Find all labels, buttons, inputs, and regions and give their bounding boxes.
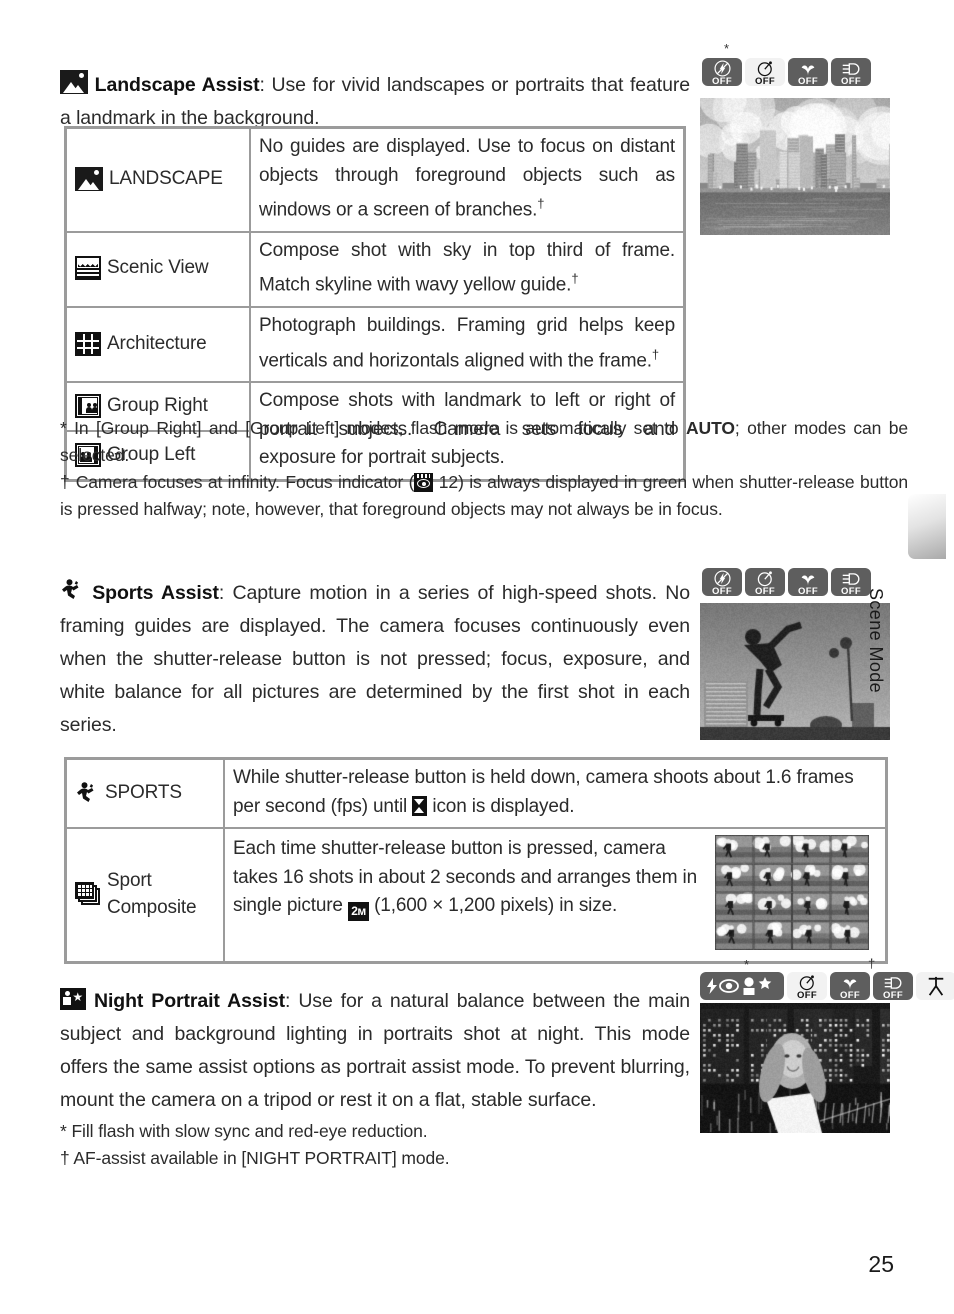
focus-page-ref: 12 <box>439 472 458 492</box>
flash-off-badge: OFF <box>702 568 742 596</box>
self-timer-off-badge: OFF <box>787 972 827 1000</box>
footnote-asterisk: * In [Group Right] and [Group Left] mode… <box>60 415 908 469</box>
badge-sub-label: OFF <box>755 78 775 86</box>
asterisk-mark: * <box>744 957 749 972</box>
row-label: Scenic View <box>107 255 209 281</box>
fill-flash-redeye-badge <box>700 972 784 1000</box>
self-timer-off-badge: OFF <box>745 568 785 596</box>
2m-image-size-icon: 2м <box>348 902 369 921</box>
row-label-cell: Sport Composite <box>66 828 225 963</box>
row-label: Sport Composite <box>107 867 196 921</box>
row-description-text-b: icon is displayed. <box>427 796 574 817</box>
footnote-asterisk: * Fill flash with slow sync and red-eye … <box>60 1118 690 1145</box>
sports-example-photo <box>700 603 890 740</box>
night-intro-paragraph: ★ Night Portrait Assist: Use for a natur… <box>60 985 690 1117</box>
badge-sub-label: OFF <box>841 588 861 596</box>
sports-icon <box>60 578 84 602</box>
row-label: LANDSCAPE <box>109 166 223 192</box>
badge-sub-label: OFF <box>798 78 818 86</box>
side-tab-label: Scene Mode <box>865 588 886 748</box>
dagger-mark: † <box>571 271 578 286</box>
row-description-text: Photograph buildings. Framing grid helps… <box>259 315 675 371</box>
landscape-example-photo <box>700 98 890 235</box>
row-label-line2: Composite <box>107 897 196 918</box>
row-description: Each time shutter-release button is pres… <box>224 828 887 963</box>
sports-assist-section: Sports Assist: Capture motion in a serie… <box>60 557 690 761</box>
af-assist-off-badge: OFF <box>831 58 871 86</box>
row-label-line1: Sport <box>107 870 152 891</box>
row-description-text: No guides are displayed. Use to focus on… <box>259 136 675 220</box>
sport-composite-thumbnail <box>715 835 869 950</box>
row-description-text: Compose shot with sky in top third of fr… <box>259 240 675 296</box>
night-footnotes: * Fill flash with slow sync and red-eye … <box>60 1118 690 1172</box>
footnote-dagger: † AF-assist available in [NIGHT PORTRAIT… <box>60 1145 690 1172</box>
table-row: Scenic View Compose shot with sky in top… <box>66 232 685 307</box>
row-description: Photograph buildings. Framing grid helps… <box>250 307 685 382</box>
dagger-mark: † <box>537 196 544 211</box>
asterisk-mark: * <box>724 41 729 56</box>
night-heading: Night Portrait Assist <box>94 990 285 1012</box>
landscape-footnotes: * In [Group Right] and [Group Left] mode… <box>60 415 908 523</box>
landscape-icon <box>75 167 103 191</box>
row-label-cell: Architecture <box>66 307 251 382</box>
badge-sub-label: OFF <box>797 992 817 1000</box>
page-number: 25 <box>868 1251 894 1278</box>
landscape-mode-badges: * OFF OFF OFF OFF <box>702 58 871 86</box>
tripod-badge <box>916 972 954 1000</box>
sports-modes-table: SPORTS While shutter-release button is h… <box>64 757 888 964</box>
badge-sub-label: OFF <box>755 588 775 596</box>
row-label: SPORTS <box>105 780 182 806</box>
sports-icon <box>75 781 99 805</box>
architecture-icon <box>75 332 101 356</box>
macro-off-badge: OFF <box>788 568 828 596</box>
auto-keyword: AUTO <box>686 418 735 438</box>
sports-intro-paragraph: Sports Assist: Capture motion in a serie… <box>60 577 690 742</box>
badge-sub-label: OFF <box>712 78 732 86</box>
macro-off-badge: OFF <box>788 58 828 86</box>
tripod-icon <box>926 973 946 999</box>
dagger-mark: † <box>868 956 875 971</box>
hourglass-icon <box>412 796 427 816</box>
sports-heading: Sports Assist <box>92 582 219 604</box>
badge-sub-label: OFF <box>712 588 732 596</box>
sports-mode-badges: OFF OFF OFF OFF <box>702 568 871 596</box>
dagger-mark: † <box>652 347 659 362</box>
badge-sub-label: OFF <box>840 992 860 1000</box>
scenic-view-icon <box>75 256 101 280</box>
night-example-photo <box>700 1003 890 1133</box>
landscape-heading: Landscape Assist <box>95 74 260 96</box>
landscape-icon <box>60 70 88 94</box>
sports-intro-text: : Capture motion in a series of high-spe… <box>60 582 690 736</box>
row-description: No guides are displayed. Use to focus on… <box>250 128 685 232</box>
badge-sub-label: OFF <box>883 992 903 1000</box>
table-row: Architecture Photograph buildings. Frami… <box>66 307 685 382</box>
sport-composite-icon <box>75 882 101 906</box>
badge-sub-label: OFF <box>841 78 861 86</box>
macro-off-badge: OFF <box>830 972 870 1000</box>
row-label-cell: LANDSCAPE <box>66 128 251 232</box>
night-portrait-assist-section: ★ Night Portrait Assist: Use for a natur… <box>60 965 690 1136</box>
row-label-cell: SPORTS <box>66 759 225 829</box>
landscape-intro-paragraph: Landscape Assist: Use for vivid landscap… <box>60 69 690 135</box>
table-row: LANDSCAPE No guides are displayed. Use t… <box>66 128 685 232</box>
row-label-cell: Scenic View <box>66 232 251 307</box>
self-timer-off-badge: OFF <box>745 58 785 86</box>
flash-off-badge: OFF <box>702 58 742 86</box>
night-portrait-icon: ★ <box>60 988 86 1010</box>
table-row: SPORTS While shutter-release button is h… <box>66 759 887 829</box>
table-row: Sport Composite Each time shutter-release… <box>66 828 887 963</box>
row-description: While shutter-release button is held dow… <box>224 759 887 829</box>
badge-sub-label: OFF <box>798 588 818 596</box>
row-description-text-b: (1,600 × 1,200 pixels) in size. <box>369 895 617 916</box>
side-tab <box>908 494 946 559</box>
row-label: Architecture <box>107 331 207 357</box>
manual-page: Landscape Assist: Use for vivid landscap… <box>0 0 954 1314</box>
row-description: Compose shot with sky in top third of fr… <box>250 232 685 307</box>
focus-indicator-icon <box>414 473 433 492</box>
fill-flash-redeye-portrait-icon <box>705 973 779 999</box>
af-assist-off-badge: OFF <box>873 972 913 1000</box>
night-mode-badges: * † OFF OFF OFF <box>700 972 954 1000</box>
footnote-dagger: † Camera focuses at infinity. Focus indi… <box>60 469 908 523</box>
